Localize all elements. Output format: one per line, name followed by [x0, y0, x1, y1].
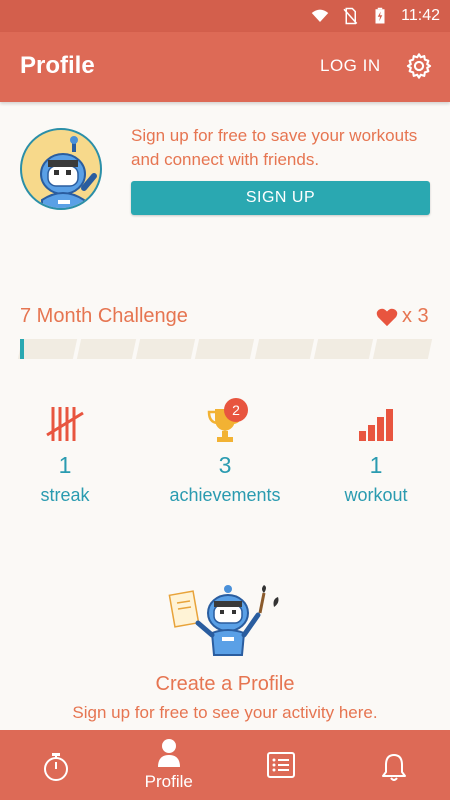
tally-icon — [46, 407, 84, 441]
person-icon — [157, 739, 180, 767]
progress-segment — [17, 339, 78, 359]
nav-item-timer[interactable] — [0, 730, 113, 800]
heart-icon — [376, 308, 398, 326]
empty-state-subtitle: Sign up for free to see your activity he… — [72, 703, 378, 722]
achievements-badge: 2 — [224, 398, 248, 422]
nav-label-profile: Profile — [144, 772, 193, 791]
lives-count: x 3 — [402, 305, 429, 327]
avatar — [20, 128, 102, 210]
achievements-stat: 3 achievements — [155, 452, 295, 506]
workout-label: workout — [344, 485, 408, 505]
progress-segment — [136, 339, 196, 359]
empty-state-title: Create a Profile — [155, 673, 295, 695]
nav-item-profile[interactable]: Profile — [113, 730, 226, 800]
page-title: Profile — [20, 52, 95, 79]
workout-stat: 1 workout — [306, 452, 446, 506]
progress-segment — [313, 339, 373, 359]
achievements-label: achievements — [169, 485, 281, 505]
workout-value: 1 — [369, 452, 383, 478]
progress-fill — [20, 339, 24, 359]
bottom-nav: Profile — [0, 730, 450, 800]
progress-segment — [372, 339, 433, 359]
stopwatch-icon — [44, 753, 69, 781]
login-button[interactable]: LOG IN — [320, 56, 381, 76]
gear-icon[interactable] — [405, 52, 433, 80]
app-bar: Profile LOG IN — [0, 32, 450, 102]
streak-label: streak — [40, 485, 90, 505]
battery-charging-icon — [375, 7, 385, 24]
bar-chart-icon — [359, 409, 393, 441]
nav-item-list[interactable] — [225, 730, 338, 800]
signup-button[interactable]: SIGN UP — [131, 181, 430, 215]
no-sim-icon — [343, 7, 358, 25]
achievements-value: 3 — [218, 452, 232, 478]
progress-segment — [195, 339, 255, 359]
challenge-progress-bar — [17, 339, 433, 359]
bell-icon — [381, 754, 406, 781]
status-bar: 11:42 — [0, 0, 450, 32]
challenge-title: 7 Month Challenge — [20, 305, 188, 327]
astronaut-avatar-icon — [40, 136, 97, 208]
progress-segment — [77, 339, 137, 359]
streak-value: 1 — [58, 452, 72, 478]
signup-message: Sign up for free to save your workouts a… — [131, 126, 418, 169]
astronaut-illustration-icon — [168, 585, 279, 656]
status-time: 11:42 — [401, 7, 440, 24]
wifi-icon — [311, 9, 329, 22]
list-icon — [267, 752, 296, 778]
nav-item-notifications[interactable] — [338, 730, 450, 800]
streak-stat: 1 streak — [0, 452, 135, 506]
progress-segment — [254, 339, 314, 359]
lives-indicator: x 3 — [376, 305, 429, 328]
